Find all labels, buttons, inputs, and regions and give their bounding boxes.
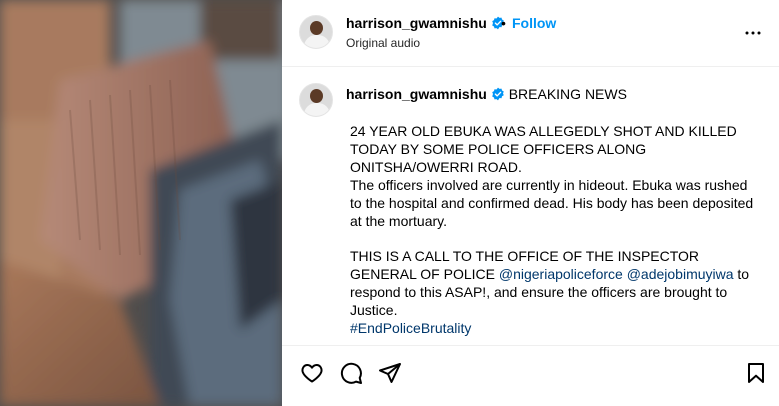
action-bar bbox=[282, 345, 779, 406]
mention-nigeriapoliceforce[interactable]: @nigeriapoliceforce bbox=[499, 266, 623, 282]
separator-dot: • bbox=[501, 15, 506, 31]
post-details-panel: harrison_gwamnishu • Follow Original aud… bbox=[282, 0, 779, 406]
comment-icon[interactable] bbox=[339, 361, 363, 385]
caption-hashtag-line: #EndPoliceBrutality bbox=[350, 319, 760, 337]
send-icon[interactable] bbox=[378, 361, 402, 385]
avatar[interactable] bbox=[299, 15, 333, 49]
caption-heading: harrison_gwamnishu BREAKING NEWS bbox=[346, 85, 627, 103]
follow-button[interactable]: Follow bbox=[512, 15, 556, 31]
caption-paragraph-3: THIS IS A CALL TO THE OFFICE OF THE INSP… bbox=[350, 247, 760, 319]
video-frame bbox=[0, 0, 282, 406]
caption-headline: BREAKING NEWS bbox=[508, 86, 627, 102]
hashtag-endpolicebrutality[interactable]: #EndPoliceBrutality bbox=[350, 320, 471, 336]
post-video[interactable] bbox=[0, 0, 282, 406]
likes-row-partial bbox=[282, 400, 779, 406]
mention-adejobimuyiwa[interactable]: @adejobimuyiwa bbox=[627, 266, 734, 282]
post-header: harrison_gwamnishu • Follow Original aud… bbox=[282, 0, 779, 67]
more-horizontal-icon[interactable] bbox=[744, 24, 762, 42]
author-username[interactable]: harrison_gwamnishu bbox=[346, 15, 505, 31]
bookmark-icon[interactable] bbox=[744, 361, 768, 385]
caption-username[interactable]: harrison_gwamnishu bbox=[346, 86, 505, 102]
post-caption: harrison_gwamnishu BREAKING NEWS 24 YEAR… bbox=[282, 68, 779, 344]
heart-icon[interactable] bbox=[300, 361, 324, 385]
caption-avatar[interactable] bbox=[299, 83, 333, 117]
caption-paragraph-2: The officers involved are currently in h… bbox=[350, 177, 754, 229]
verified-badge-icon bbox=[492, 87, 504, 101]
original-audio-link[interactable]: Original audio bbox=[346, 36, 420, 50]
caption-paragraph-1: 24 YEAR OLD EBUKA WAS ALLEGEDLY SHOT AND… bbox=[350, 123, 737, 175]
